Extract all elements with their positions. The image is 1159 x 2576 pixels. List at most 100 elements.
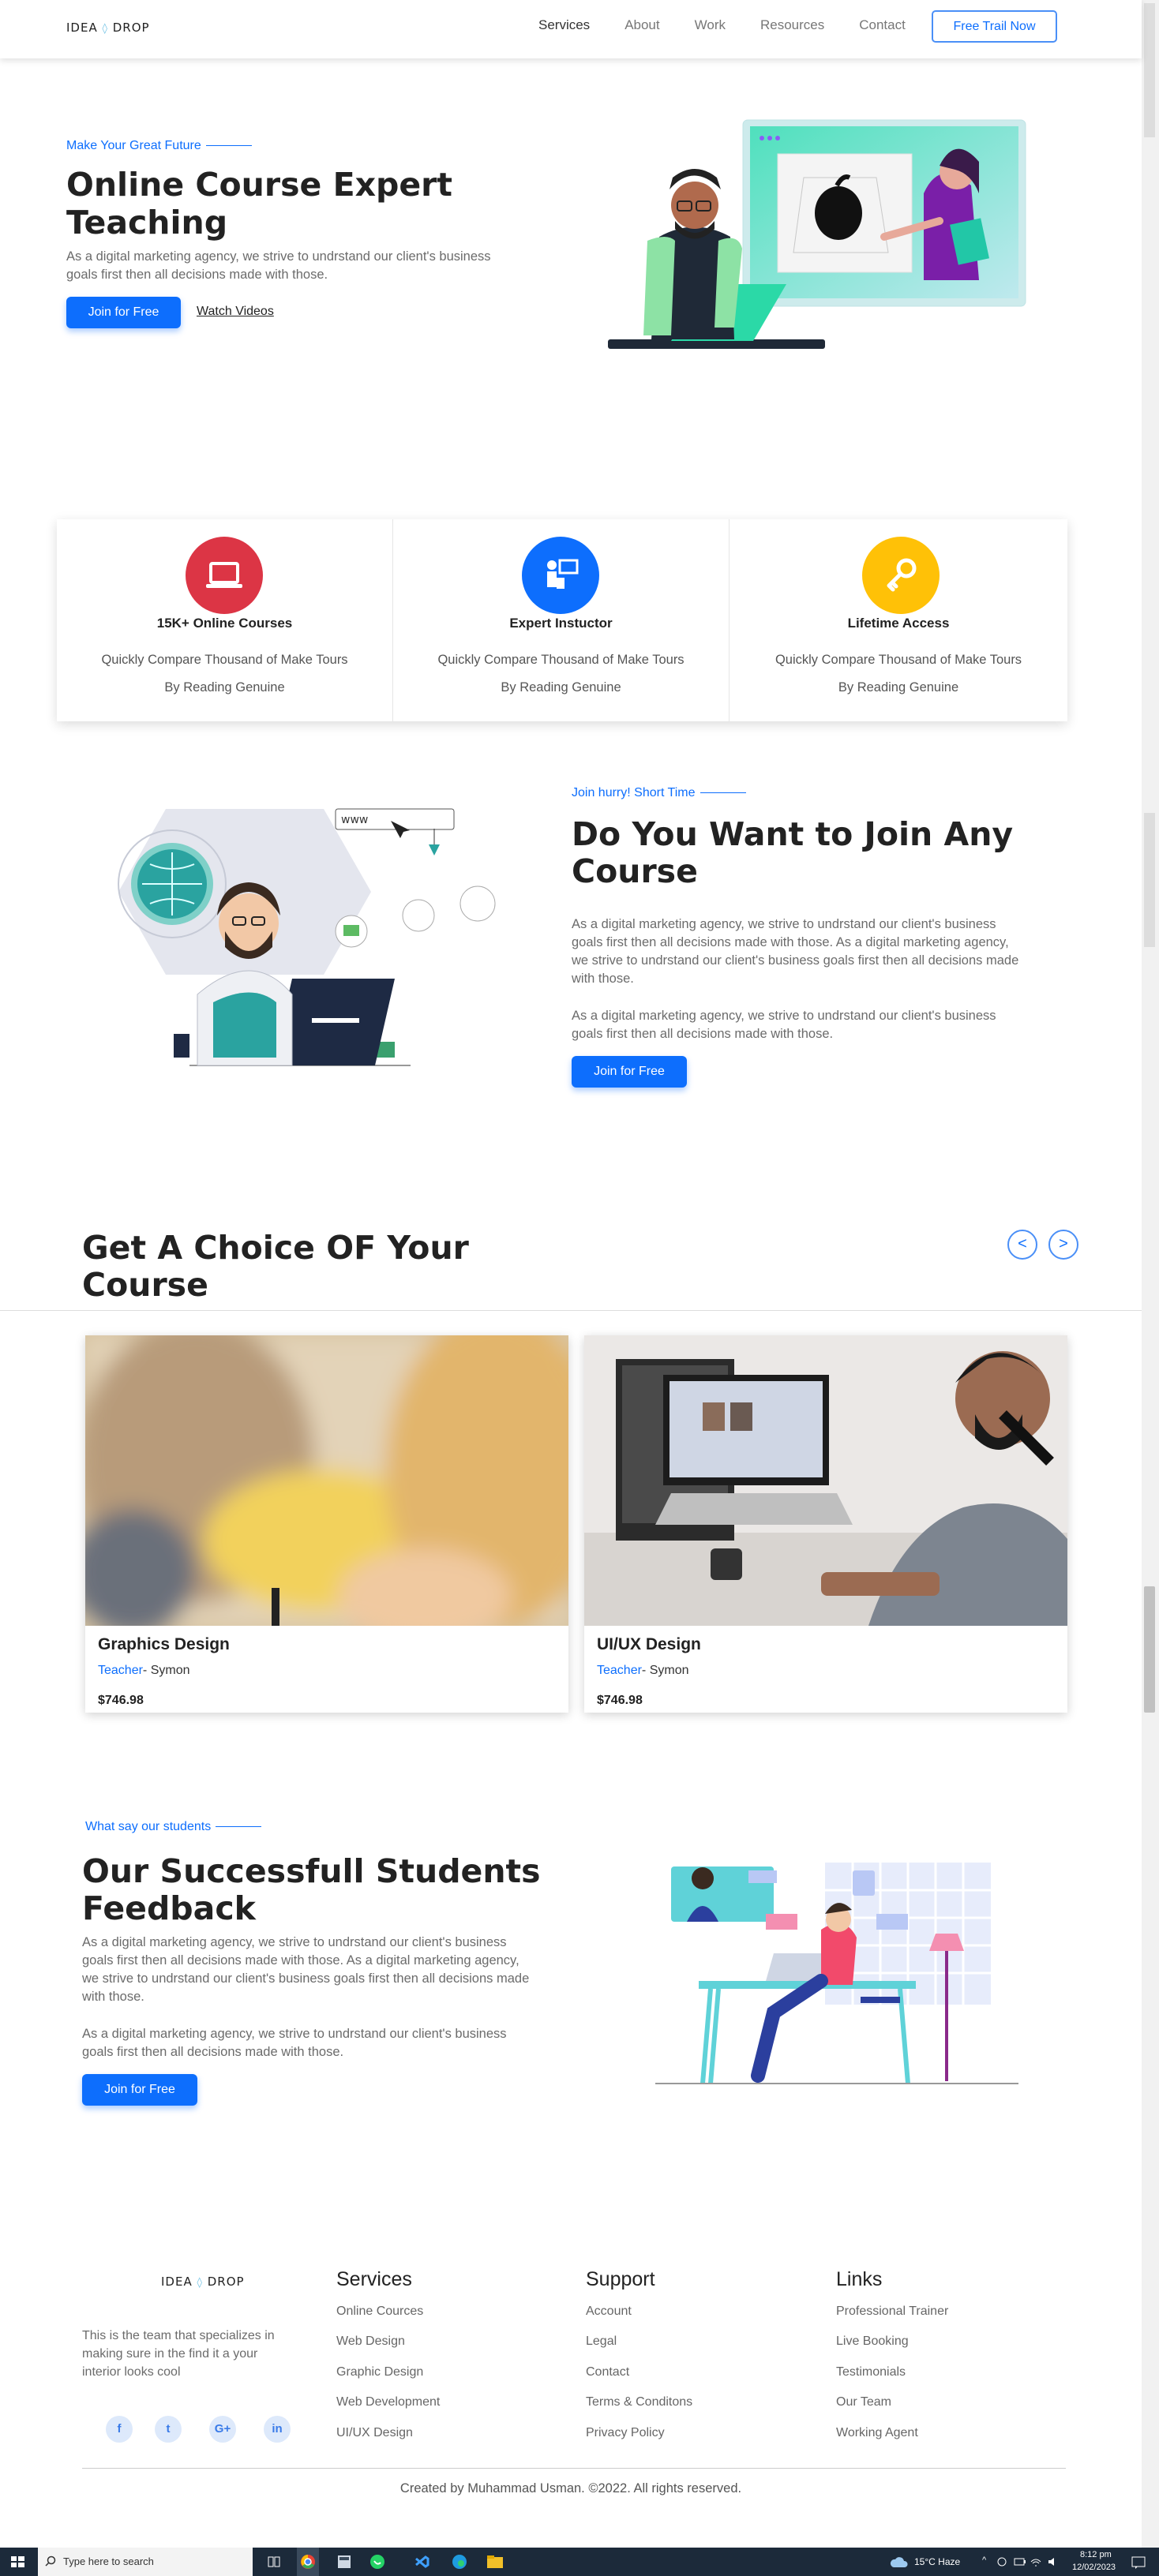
- feature-desc-line: By Reading Genuine: [501, 680, 621, 695]
- footer-services-links: Online Cources Web Design Graphic Design…: [336, 2305, 440, 2456]
- twitter-icon[interactable]: t: [155, 2416, 182, 2443]
- whatsapp-icon[interactable]: [368, 2548, 387, 2576]
- nav-link-about[interactable]: About: [625, 17, 659, 33]
- logo-text-drop: DROP: [112, 21, 150, 35]
- feature-desc-line: Quickly Compare Thousand of Make Tours: [101, 653, 348, 667]
- join-subtitle: Join hurry! Short Time: [572, 786, 746, 800]
- edge-icon[interactable]: [450, 2548, 469, 2576]
- nav-link-contact[interactable]: Contact: [859, 17, 906, 33]
- nav-link-services[interactable]: Services: [538, 17, 590, 33]
- carousel-next-button[interactable]: >: [1048, 1230, 1078, 1260]
- join-p1-line: goals first then all decisions made with…: [572, 935, 1009, 949]
- subtitle-underline: [700, 792, 746, 794]
- scrollbar-track[interactable]: [1142, 0, 1159, 2548]
- scrollbar-thumb[interactable]: [1144, 1586, 1155, 1713]
- feature-title: Lifetime Access: [847, 616, 950, 631]
- course-card[interactable]: UI/UX Design Teacher- Symon $746.98: [584, 1335, 1067, 1713]
- footer-link[interactable]: Online Cources: [336, 2305, 440, 2334]
- feature-desc-line: Quickly Compare Thousand of Make Tours: [437, 653, 685, 667]
- nav-link-work[interactable]: Work: [695, 17, 726, 33]
- feature-desc-line: Quickly Compare Thousand of Make Tours: [775, 653, 1022, 667]
- chrome-icon[interactable]: [297, 2548, 319, 2576]
- features-panel: 15K+ Online Courses Quickly Compare Thou…: [57, 519, 1067, 721]
- join-title-line: Course: [572, 852, 698, 890]
- course-title[interactable]: Graphics Design: [98, 1635, 230, 1654]
- nav-links: Services About Work Resources Contact: [538, 17, 940, 33]
- weather-icon[interactable]: [889, 2555, 910, 2569]
- feedback-title: Our Successfull Students Feedback: [82, 1853, 541, 1927]
- footer-link[interactable]: Testimonials: [836, 2365, 948, 2395]
- footer-link[interactable]: UI/UX Design: [336, 2426, 440, 2456]
- navbar: IDEA ◊ DROP Services About Work Resource…: [0, 0, 1142, 58]
- network-icon[interactable]: [996, 2556, 1007, 2567]
- footer-link[interactable]: Privacy Policy: [586, 2426, 692, 2456]
- footer-heading-support: Support: [586, 2268, 655, 2290]
- task-view-icon[interactable]: [265, 2548, 283, 2576]
- feature-card: Lifetime Access Quickly Compare Thousand…: [730, 519, 1067, 721]
- footer-link[interactable]: Terms & Conditons: [586, 2395, 692, 2425]
- feedback-p2-line: goals first then all decisions made with…: [82, 2045, 344, 2059]
- windows-start-icon[interactable]: [9, 2548, 27, 2576]
- course-title[interactable]: UI/UX Design: [597, 1635, 701, 1654]
- google-plus-icon[interactable]: G+: [209, 2416, 236, 2443]
- course-teacher: Teacher- Symon: [98, 1664, 190, 1678]
- footer-link[interactable]: Working Agent: [836, 2426, 948, 2456]
- feedback-join-button[interactable]: Join for Free: [82, 2074, 197, 2106]
- footer-link[interactable]: Graphic Design: [336, 2365, 440, 2395]
- section-divider: [0, 1310, 1142, 1311]
- feedback-title-line: Our Successfull Students: [82, 1852, 541, 1890]
- feedback-p1-line: with those.: [82, 1990, 144, 2004]
- footer-logo[interactable]: IDEA ◊ DROP: [161, 2275, 245, 2289]
- taskbar-search-input[interactable]: Type here to search: [38, 2548, 253, 2576]
- calculator-icon[interactable]: [335, 2548, 354, 2576]
- instructor-icon: [522, 537, 599, 614]
- footer-link[interactable]: Web Development: [336, 2395, 440, 2425]
- feedback-p2-line: As a digital marketing agency, we strive…: [82, 2027, 507, 2041]
- feedback-illustration: [655, 1863, 1018, 2084]
- nav-link-resources[interactable]: Resources: [760, 17, 824, 33]
- logo-text-idea: IDEA: [161, 2275, 193, 2289]
- join-p2-line: goals first then all decisions made with…: [572, 1027, 834, 1041]
- footer-link[interactable]: Our Team: [836, 2395, 948, 2425]
- file-explorer-icon[interactable]: [485, 2548, 505, 2576]
- chevron-up-icon[interactable]: ^: [982, 2555, 986, 2565]
- wifi-icon[interactable]: [1030, 2555, 1042, 2568]
- footer-link[interactable]: Legal: [586, 2334, 692, 2364]
- free-trial-button[interactable]: Free Trail Now: [932, 10, 1057, 43]
- weather-text[interactable]: 15°C Haze: [914, 2556, 960, 2567]
- facebook-icon[interactable]: f: [106, 2416, 133, 2443]
- join-p1-line: we strive to undrstand our client's busi…: [572, 953, 1019, 968]
- footer-link[interactable]: Web Design: [336, 2334, 440, 2364]
- feedback-subtitle-text: What say our students: [85, 1820, 212, 1833]
- footer-about-line: interior looks cool: [82, 2365, 181, 2379]
- join-paragraph-2: As a digital marketing agency, we strive…: [572, 1007, 996, 1043]
- teacher-label: Teacher: [597, 1664, 642, 1677]
- feature-card: Expert Instuctor Quickly Compare Thousan…: [393, 519, 730, 721]
- course-card[interactable]: Graphics Design Teacher- Symon $746.98: [85, 1335, 568, 1713]
- footer-link[interactable]: Professional Trainer: [836, 2305, 948, 2334]
- vscode-icon[interactable]: [412, 2548, 431, 2576]
- laptop-icon: [186, 537, 263, 614]
- clock-time[interactable]: 8:12 pm: [1080, 2550, 1112, 2559]
- join-button[interactable]: Join for Free: [572, 1056, 687, 1088]
- feedback-subtitle: What say our students: [85, 1820, 262, 1834]
- hero-join-button[interactable]: Join for Free: [66, 297, 181, 328]
- site-logo[interactable]: IDEA ◊ DROP: [66, 21, 150, 35]
- copyright-text: Created by Muhammad Usman. ©2022. All ri…: [399, 2481, 742, 2496]
- footer-link[interactable]: Contact: [586, 2365, 692, 2395]
- battery-icon[interactable]: [1014, 2557, 1026, 2567]
- footer-link[interactable]: Live Booking: [836, 2334, 948, 2364]
- key-icon: [862, 537, 940, 614]
- hero-illustration: [608, 119, 1026, 349]
- join-title-line: Do You Want to Join Any: [572, 815, 1014, 853]
- notification-icon[interactable]: [1131, 2555, 1146, 2570]
- hero-subtitle: Make Your Great Future: [66, 139, 252, 153]
- search-icon: [45, 2555, 56, 2567]
- volume-icon[interactable]: [1047, 2555, 1060, 2568]
- footer-link[interactable]: Account: [586, 2305, 692, 2334]
- course-image: [584, 1335, 1067, 1626]
- clock-date[interactable]: 12/02/2023: [1072, 2563, 1116, 2572]
- watch-videos-link[interactable]: Watch Videos: [197, 305, 274, 319]
- carousel-prev-button[interactable]: <: [1007, 1230, 1037, 1260]
- linkedin-icon[interactable]: in: [264, 2416, 291, 2443]
